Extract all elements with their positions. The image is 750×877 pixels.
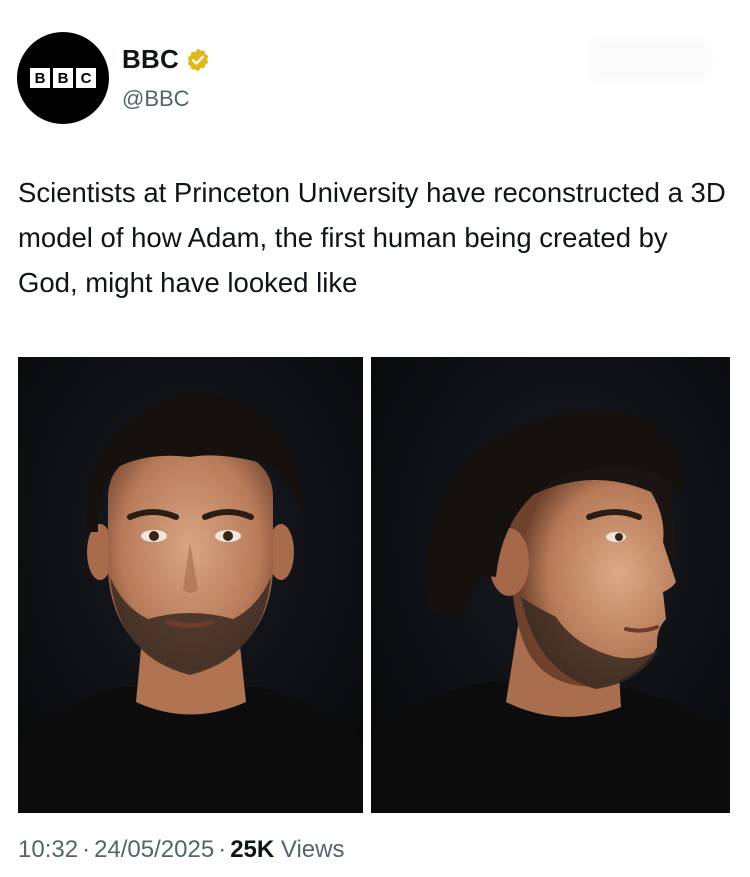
account-name-row: BBC [122, 44, 211, 75]
account-handle[interactable]: @BBC [122, 86, 190, 112]
meta-separator: · [218, 836, 227, 863]
verified-badge-icon[interactable] [185, 47, 211, 73]
tweet-text: Scientists at Princeton University have … [18, 177, 726, 298]
tweet-meta: 10:32 · 24/05/2025 · 25K Views [18, 836, 344, 864]
blurred-area [590, 40, 710, 80]
media-image-profile[interactable] [371, 357, 730, 813]
logo-letter-b2: B [53, 68, 73, 88]
tweet-date[interactable]: 24/05/2025 [94, 836, 214, 863]
display-name[interactable]: BBC [122, 44, 179, 75]
front-face-portrait-icon [18, 357, 363, 813]
logo-letter-c: C [76, 68, 96, 88]
logo-letter-b1: B [30, 68, 50, 88]
tweet-time[interactable]: 10:32 [18, 836, 78, 863]
avatar[interactable]: B B C [17, 32, 109, 124]
media-image-front[interactable] [18, 357, 363, 813]
views-count: 25K [230, 836, 275, 863]
meta-separator: · [82, 836, 91, 863]
profile-face-portrait-icon [371, 357, 730, 813]
views-label: Views [280, 836, 345, 863]
